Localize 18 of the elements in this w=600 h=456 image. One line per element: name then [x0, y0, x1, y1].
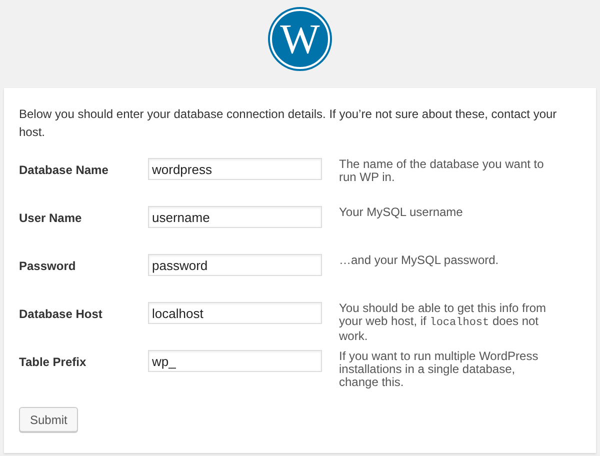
field-label: User Name [19, 210, 83, 225]
input-field[interactable]: password [148, 254, 322, 276]
input-field[interactable]: wp_ [148, 350, 322, 372]
field-hint: The name of the database you want to run WP in. [339, 158, 545, 184]
input-field[interactable]: wordpress [148, 158, 322, 180]
field-label: Table Prefix [19, 354, 88, 369]
field-label: Database Name [19, 162, 110, 177]
submit-button[interactable]: Submit [19, 407, 78, 432]
field-hint: Your MySQL username [339, 206, 464, 219]
intro-text: Below you should enter your database connection details. If you’re not sure about these, contact your host. [19, 106, 558, 141]
logo-icon: W [266, 5, 334, 73]
field-label: Password [19, 258, 77, 273]
input-field[interactable]: username [148, 206, 322, 228]
field-label: Database Host [19, 306, 104, 321]
field-hint: If you want to run multiple WordPress installations in a single database, change this. [339, 350, 540, 389]
field-hint: You should be able to get this info from your web host, if localhost does not work. [339, 302, 547, 343]
field-hint: …and your MySQL password. [339, 254, 500, 267]
input-field[interactable]: localhost [148, 302, 322, 324]
